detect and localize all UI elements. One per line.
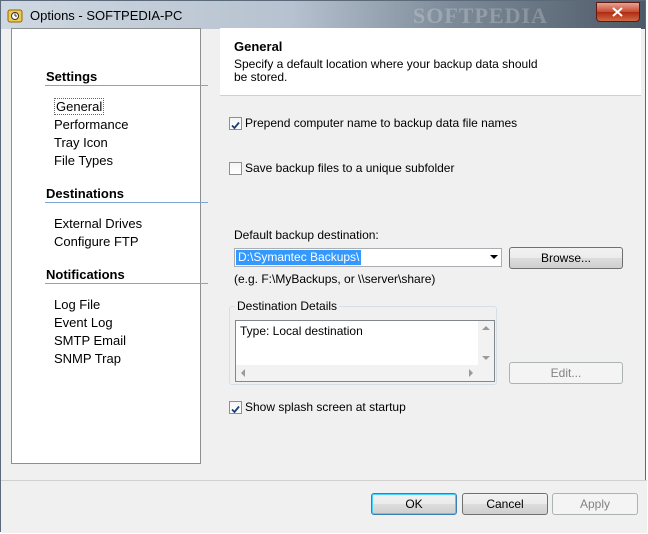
destination-details-label: Destination Details	[235, 299, 340, 313]
apply-button[interactable]: Apply	[552, 493, 638, 515]
section-divider	[45, 202, 208, 203]
dialog-button-bar: OK Cancel Apply	[1, 480, 647, 533]
destination-example-text: (e.g. F:\MyBackups, or \\server\share)	[234, 272, 436, 286]
destination-details-box[interactable]: Type: Local destination	[235, 320, 495, 382]
scroll-right-icon[interactable]	[469, 369, 473, 377]
default-destination-label: Default backup destination:	[234, 228, 379, 242]
panel-content: Prepend computer name to backup data fil…	[220, 96, 641, 472]
close-button[interactable]	[596, 2, 640, 22]
section-divider	[45, 85, 208, 86]
cancel-button[interactable]: Cancel	[462, 493, 548, 515]
scroll-left-icon[interactable]	[241, 369, 245, 377]
sidebar-item-configure-ftp[interactable]: Configure FTP	[54, 234, 139, 249]
edit-button[interactable]: Edit...	[509, 362, 623, 384]
prepend-computer-name-label[interactable]: Prepend computer name to backup data fil…	[245, 116, 517, 130]
checkmark-icon	[231, 121, 240, 130]
ok-button[interactable]: OK	[371, 493, 457, 515]
sidebar-item-smtp-email[interactable]: SMTP Email	[54, 333, 126, 348]
horizontal-scrollbar[interactable]	[236, 365, 494, 381]
sidebar-item-performance[interactable]: Performance	[54, 117, 128, 132]
page-description: Specify a default location where your ba…	[234, 57, 538, 84]
sidebar-item-log-file[interactable]: Log File	[54, 297, 100, 312]
destination-combobox[interactable]: D:\Symantec Backups\	[234, 248, 502, 267]
watermark-text: SOFTPEDIA	[413, 3, 548, 28]
title-bar[interactable]: Options - SOFTPEDIA-PC SOFTPEDIA	[1, 1, 645, 29]
unique-subfolder-label[interactable]: Save backup files to a unique subfolder	[245, 161, 454, 175]
options-sidebar: Settings General Performance Tray Icon F…	[11, 28, 208, 464]
unique-subfolder-checkbox[interactable]	[229, 162, 242, 175]
scroll-down-icon[interactable]	[482, 356, 490, 360]
window-title: Options - SOFTPEDIA-PC	[30, 8, 183, 23]
destination-value: D:\Symantec Backups\	[236, 250, 362, 265]
checkmark-icon	[231, 405, 240, 414]
vertical-scrollbar[interactable]	[478, 321, 494, 365]
splash-screen-label[interactable]: Show splash screen at startup	[245, 400, 406, 414]
destination-type-text: Type: Local destination	[240, 324, 363, 338]
section-divider	[45, 283, 208, 284]
settings-panel: General Specify a default location where…	[220, 28, 641, 472]
options-window: Options - SOFTPEDIA-PC SOFTPEDIA Setting…	[0, 0, 647, 533]
sidebar-item-label: General	[54, 98, 105, 115]
sidebar-item-tray-icon[interactable]: Tray Icon	[54, 135, 108, 150]
section-heading-destinations: Destinations	[46, 186, 125, 201]
sidebar-item-general[interactable]: General	[54, 98, 105, 115]
sidebar-item-snmp-trap[interactable]: SNMP Trap	[54, 351, 121, 366]
scroll-up-icon[interactable]	[482, 326, 490, 330]
sidebar-item-external-drives[interactable]: External Drives	[54, 216, 142, 231]
section-heading-settings: Settings	[46, 69, 98, 84]
browse-button[interactable]: Browse...	[509, 247, 623, 269]
chevron-down-icon[interactable]	[490, 255, 498, 259]
destination-details-group: Destination Details Type: Local destinat…	[229, 299, 497, 385]
close-icon	[612, 7, 623, 17]
sidebar-item-event-log[interactable]: Event Log	[54, 315, 113, 330]
page-title: General	[234, 39, 283, 54]
splash-screen-checkbox[interactable]	[229, 401, 242, 414]
section-heading-notifications: Notifications	[46, 267, 125, 282]
panel-header: General Specify a default location where…	[220, 28, 641, 96]
sidebar-item-file-types[interactable]: File Types	[54, 153, 113, 168]
prepend-computer-name-checkbox[interactable]	[229, 117, 242, 130]
app-icon	[7, 7, 23, 23]
